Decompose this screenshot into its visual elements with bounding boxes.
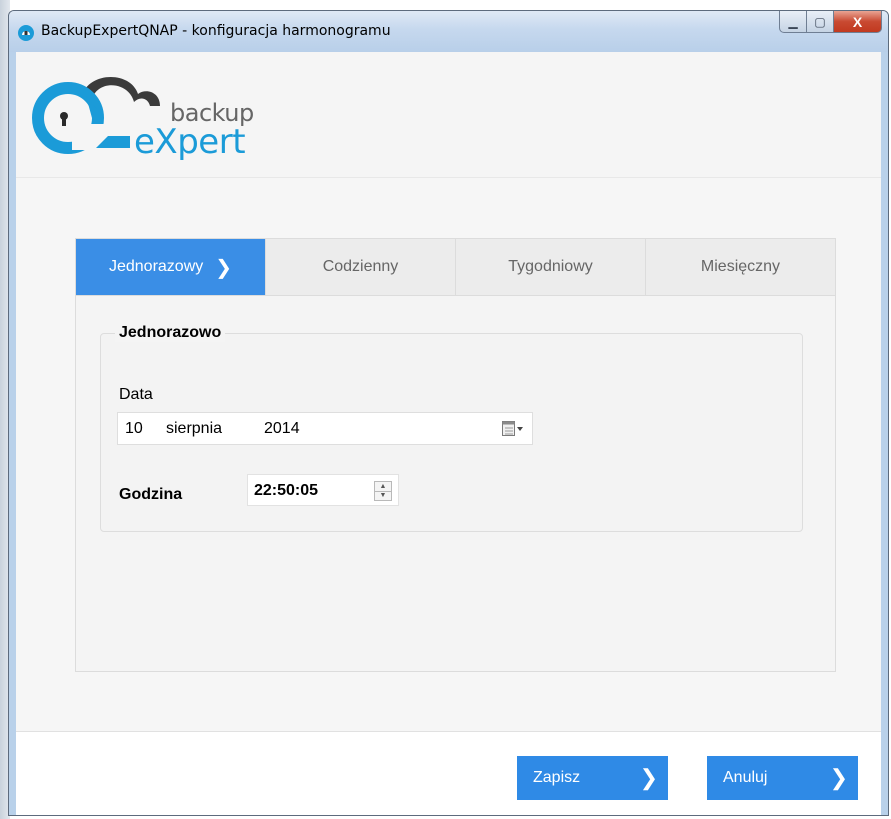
logo-text-expert: eXpert: [134, 122, 246, 162]
window-title: BackupExpertQNAP - konfiguracja harmonog…: [41, 23, 391, 39]
tab-bar: Jednorazowy ❯ Codzienny Tygodniowy Miesi…: [76, 239, 835, 296]
logo-header: backup eXpert: [16, 52, 881, 178]
tab-jednorazowy[interactable]: Jednorazowy ❯: [76, 239, 265, 295]
spinner-down-icon[interactable]: ▼: [375, 491, 391, 500]
close-button[interactable]: X: [834, 11, 882, 33]
title-bar[interactable]: BackupExpertQNAP - konfiguracja harmonog…: [9, 11, 888, 52]
date-month: sierpnia: [166, 420, 223, 437]
tab-miesieczny[interactable]: Miesięczny: [645, 239, 835, 295]
tab-tygodniowy[interactable]: Tygodniowy: [455, 239, 645, 295]
time-value: 22:50:05: [254, 482, 319, 499]
date-picker-field[interactable]: 10 sierpnia 2014: [117, 412, 533, 445]
maximize-button[interactable]: ▢: [807, 11, 834, 33]
date-label: Data: [119, 386, 153, 403]
app-window: BackupExpertQNAP - konfiguracja harmonog…: [8, 10, 889, 816]
save-button-label: Zapisz: [533, 769, 581, 786]
save-button[interactable]: Zapisz ❯: [517, 756, 668, 800]
tab-label: Miesięczny: [700, 258, 781, 275]
one-time-group: Jednorazowo Data 10 sierpnia 2014 Godzin…: [100, 324, 803, 532]
close-icon: X: [852, 13, 863, 30]
cancel-button[interactable]: Anuluj ❯: [707, 756, 858, 800]
calendar-dropdown-icon[interactable]: [502, 421, 524, 437]
minimize-icon: ▁: [788, 14, 798, 29]
date-year: 2014: [264, 420, 300, 437]
time-spinner: ▲ ▼: [374, 481, 392, 501]
date-day: 10: [125, 420, 143, 437]
time-label: Godzina: [119, 486, 183, 503]
tab-label: Codzienny: [322, 258, 399, 275]
window-controls: ▁ ▢ X: [779, 11, 882, 33]
tab-label: Jednorazowy: [108, 258, 204, 275]
chevron-right-icon: ❯: [829, 765, 848, 790]
tab-label: Tygodniowy: [508, 258, 593, 275]
cancel-button-label: Anuluj: [723, 769, 768, 786]
schedule-tabs-panel: Jednorazowy ❯ Codzienny Tygodniowy Miesi…: [75, 238, 836, 672]
dialog-footer: Zapisz ❯ Anuluj ❯: [16, 731, 881, 815]
time-spinner-field[interactable]: 22:50:05 ▲ ▼: [247, 474, 399, 506]
maximize-icon: ▢: [814, 14, 826, 29]
minimize-button[interactable]: ▁: [779, 11, 807, 33]
chevron-right-icon: ❯: [639, 765, 658, 790]
tab-codzienny[interactable]: Codzienny: [265, 239, 455, 295]
group-title: Jednorazowo: [115, 324, 226, 342]
app-icon: [18, 25, 34, 41]
chevron-right-icon: ❯: [215, 256, 233, 279]
client-area: backup eXpert Jednorazowy ❯ Codzienny Ty…: [16, 52, 881, 815]
